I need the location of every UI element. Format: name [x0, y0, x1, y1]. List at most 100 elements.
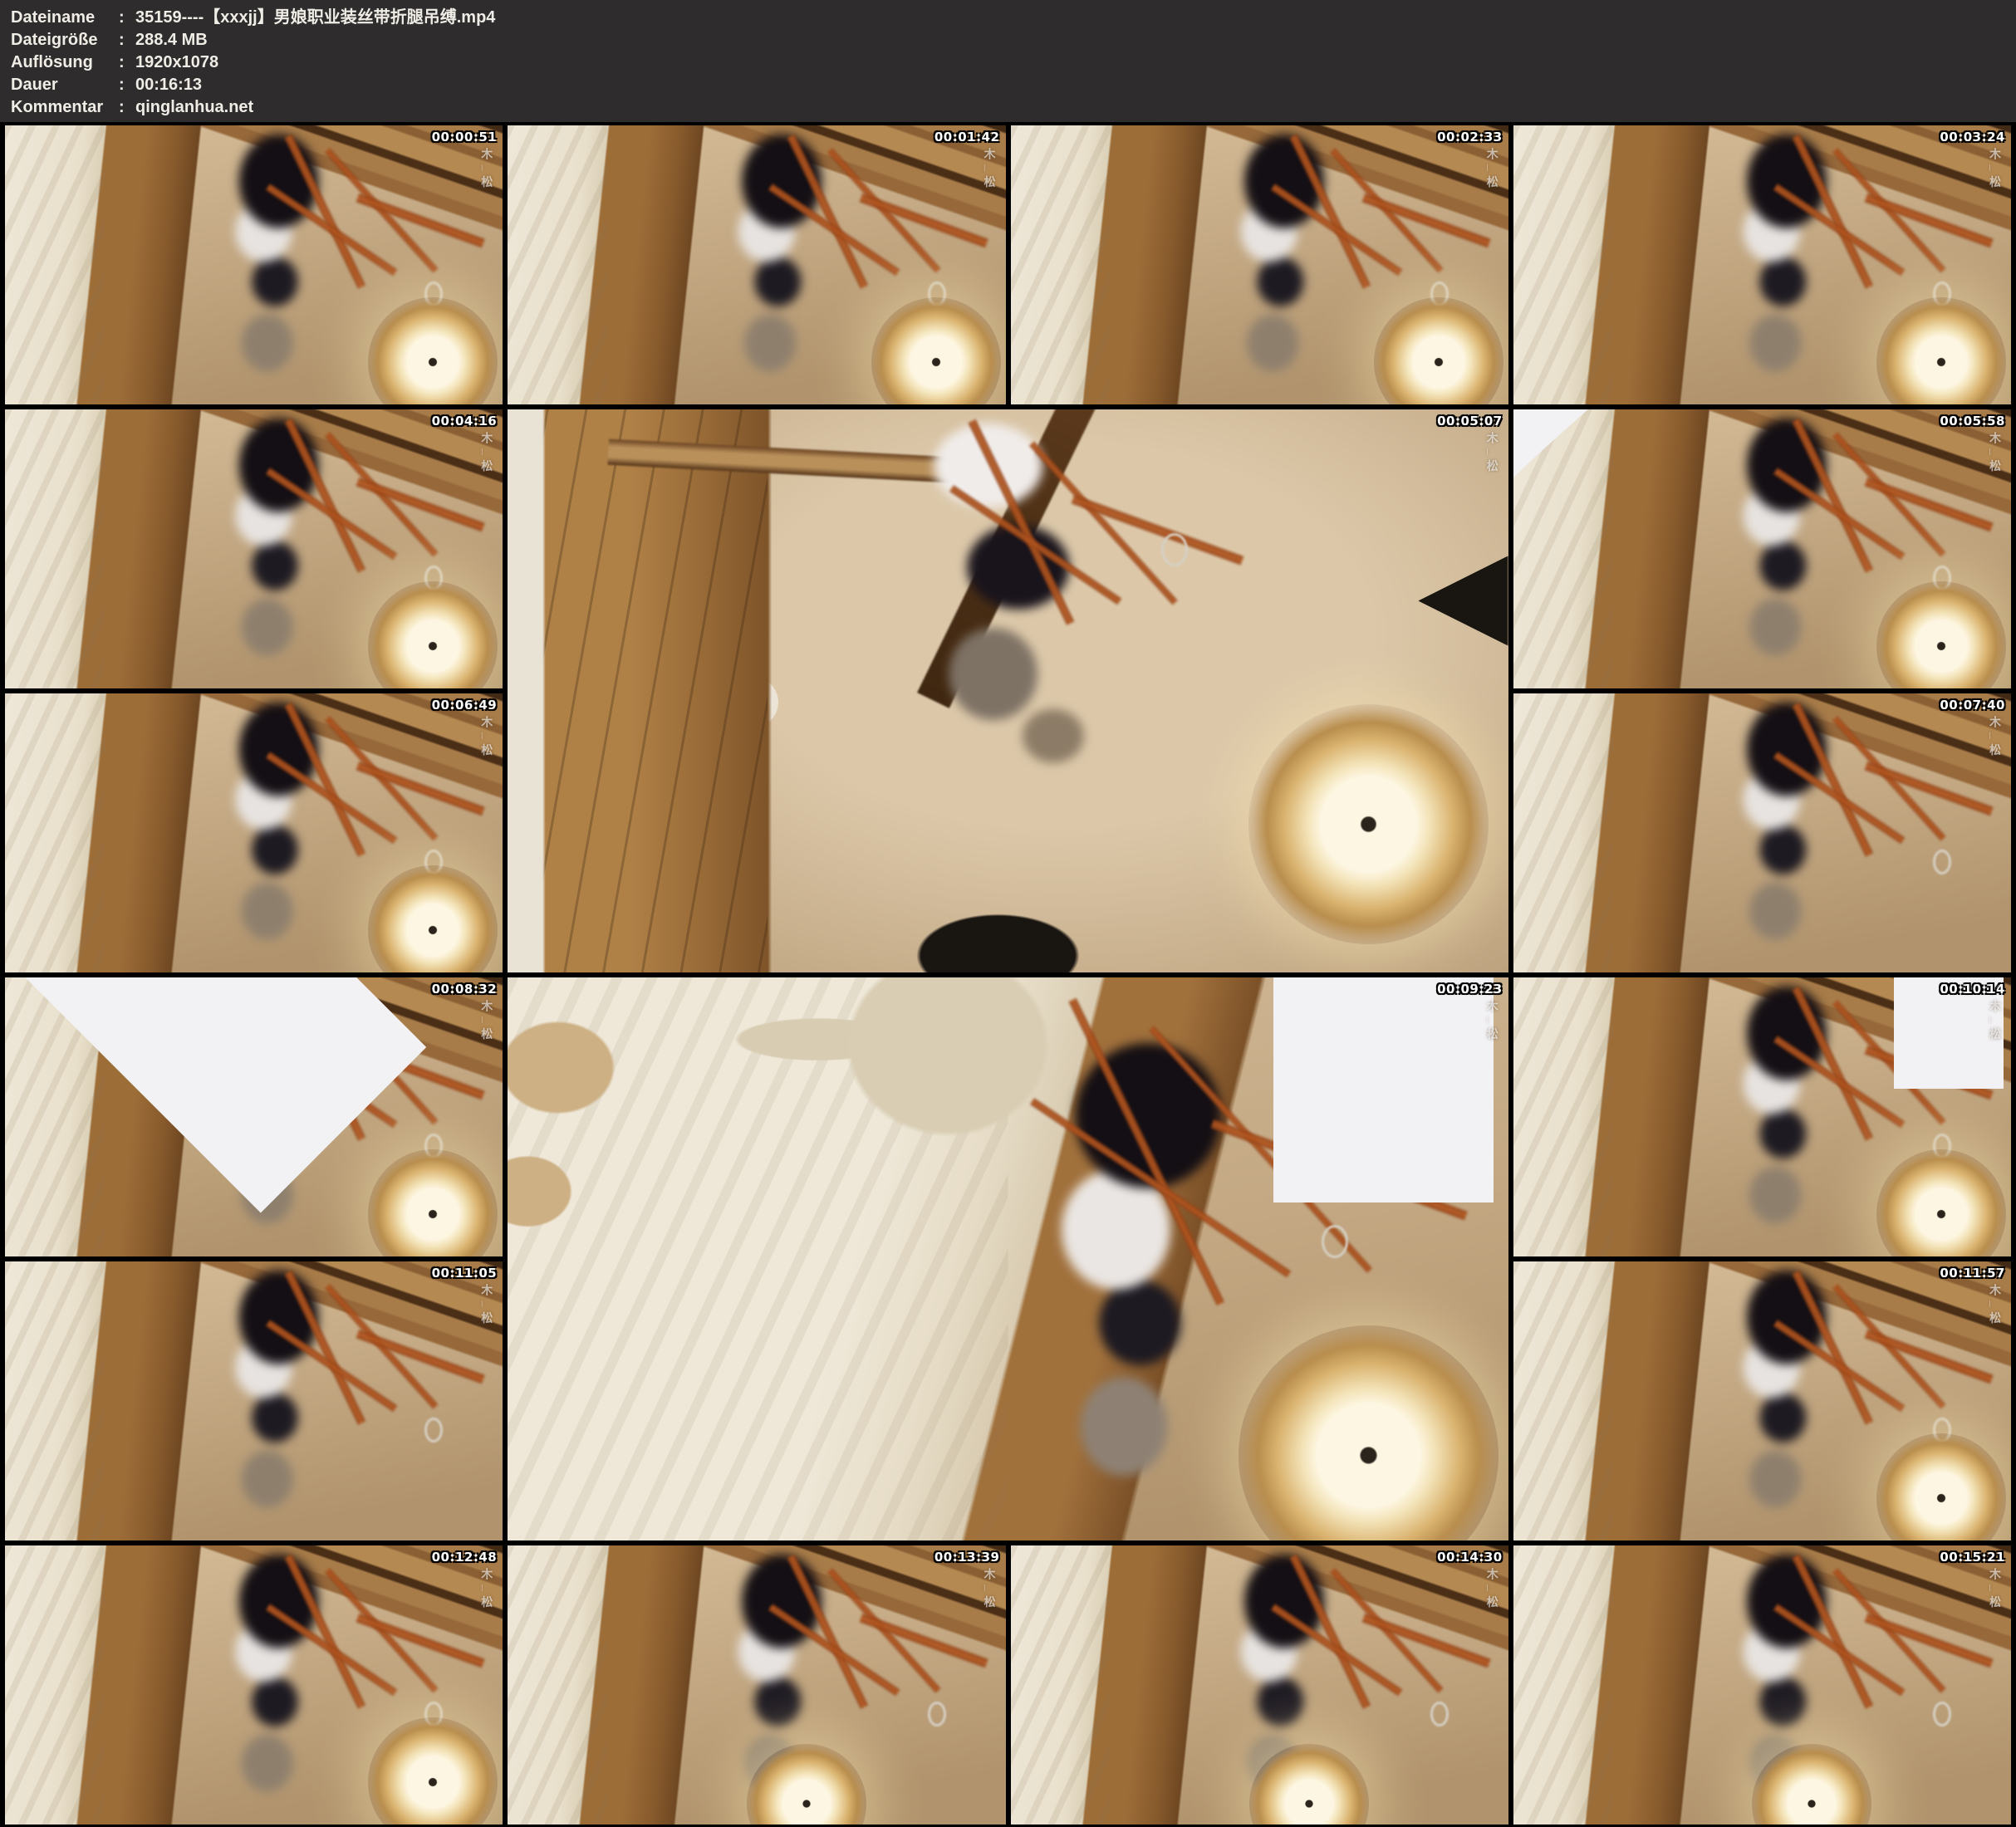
lantern-glow	[1876, 297, 2006, 404]
video-thumbnail[interactable]: 00:12:48 木_松	[5, 1545, 503, 1825]
timestamp-overlay: 00:15:21	[1940, 1550, 2005, 1565]
timestamp-overlay: 00:12:48	[432, 1550, 498, 1565]
strap-line	[356, 193, 485, 247]
file-info-label: Kommentar	[0, 96, 119, 119]
file-info-separator: :	[119, 29, 135, 51]
watermark: 木_松	[478, 1000, 495, 1045]
timestamp-overlay: 00:06:49	[432, 698, 498, 713]
thumbnail-image	[5, 125, 503, 404]
file-info-row: Auflösung : 1920x1078	[0, 51, 2016, 74]
video-thumbnail[interactable]: 00:02:33 木_松	[1011, 125, 1508, 404]
suspension-ring	[1933, 850, 1951, 874]
video-thumbnail[interactable]: 00:14:30 木_松	[1011, 1545, 1508, 1825]
watermark: 木_松	[1484, 1568, 1501, 1613]
watermark: 木_松	[478, 716, 495, 761]
file-info-header: Dateiname : 35159----【xxxjj】男娘职业装丝带折腿吊缚.…	[0, 0, 2016, 122]
video-thumbnail[interactable]: 00:00:51 木_松	[5, 125, 503, 404]
thumbnail-image	[1513, 977, 2011, 1256]
duration-value: 00:16:13	[135, 74, 2016, 96]
watermark: 木_松	[1484, 432, 1501, 477]
lantern-glow	[368, 1717, 498, 1825]
file-info-label: Dauer	[0, 74, 119, 96]
thumbnail-image	[508, 1545, 1005, 1825]
thumbnail-image	[5, 693, 503, 972]
lantern-glow	[368, 865, 498, 972]
video-thumbnail[interactable]: 00:11:57 木_松	[1513, 1261, 2011, 1540]
lantern-glow	[368, 1149, 498, 1256]
file-info-separator: :	[119, 51, 135, 74]
timestamp-overlay: 00:11:05	[432, 1266, 498, 1281]
video-thumbnail[interactable]: 00:13:39 木_松	[508, 1545, 1005, 1825]
timestamp-overlay: 00:03:24	[1940, 130, 2005, 144]
timestamp-overlay: 00:00:51	[432, 130, 498, 144]
thumbnail-image	[508, 977, 1508, 1540]
file-info-separator: :	[119, 96, 135, 119]
strap-line	[1865, 1330, 1994, 1384]
watermark: 木_松	[982, 1568, 998, 1613]
watermark: 木_松	[1987, 716, 2004, 761]
thumbnail-image	[1513, 1261, 2011, 1540]
video-thumbnail[interactable]: 00:10:14 木_松	[1513, 977, 2011, 1256]
timestamp-overlay: 00:10:14	[1940, 982, 2005, 997]
strap-line	[356, 478, 485, 531]
lantern-glow	[1876, 581, 2006, 688]
censor-box	[1513, 409, 1588, 504]
strap-line	[356, 1330, 485, 1384]
timestamp-overlay: 00:13:39	[934, 1550, 1000, 1565]
lantern-glow	[1374, 297, 1503, 404]
file-info-label: Dateiname	[0, 7, 119, 29]
thumbnail-image	[1513, 409, 2011, 688]
watermark: 木_松	[1987, 148, 2004, 193]
thumbnail-grid: 00:00:51 木_松 00:01:42 木_松	[5, 125, 2011, 1825]
strap-line	[1362, 1614, 1491, 1668]
video-thumbnail[interactable]: 00:15:21 木_松	[1513, 1545, 2011, 1825]
strap-line	[1865, 762, 1994, 816]
video-thumbnail-large[interactable]: 00:09:23 木_松	[508, 977, 1508, 1540]
strap-line	[1865, 478, 1994, 531]
file-info-row: Dateiname : 35159----【xxxjj】男娘职业装丝带折腿吊缚.…	[0, 7, 2016, 29]
timestamp-overlay: 00:09:23	[1437, 982, 1503, 997]
file-info-row: Dateigröße : 288.4 MB	[0, 29, 2016, 51]
file-info-row: Dauer : 00:16:13	[0, 74, 2016, 96]
thumbnail-image	[5, 409, 503, 688]
strap-line	[356, 762, 485, 816]
lantern-glow	[368, 581, 498, 688]
suspension-ring	[1933, 1702, 1951, 1727]
video-thumbnail[interactable]: 00:11:05 木_松	[5, 1261, 503, 1540]
video-thumbnail[interactable]: 00:08:32 木_松	[5, 977, 503, 1256]
filename-value: 35159----【xxxjj】男娘职业装丝带折腿吊缚.mp4	[135, 7, 2016, 29]
watermark: 木_松	[478, 1284, 495, 1329]
timestamp-overlay: 00:11:57	[1940, 1266, 2005, 1281]
thumbnail-image	[5, 977, 503, 1256]
watermark: 木_松	[478, 148, 495, 193]
censor-box	[1273, 977, 1494, 1202]
file-info-label: Dateigröße	[0, 29, 119, 51]
lantern-glow	[1876, 1433, 2006, 1540]
watermark: 木_松	[1987, 1000, 2004, 1045]
watermark: 木_松	[982, 148, 998, 193]
video-thumbnail-large[interactable]: 00:05:07 木_松	[508, 409, 1508, 972]
resolution-value: 1920x1078	[135, 51, 2016, 74]
file-info-separator: :	[119, 7, 135, 29]
video-thumbnail[interactable]: 00:03:24 木_松	[1513, 125, 2011, 404]
video-thumbnail[interactable]: 00:01:42 木_松	[508, 125, 1005, 404]
thumbnail-image	[508, 125, 1005, 404]
video-thumbnail[interactable]: 00:04:16 木_松	[5, 409, 503, 688]
thumbnail-image	[5, 1261, 503, 1540]
black-strap-wedge	[1418, 556, 1508, 645]
file-info-label: Auflösung	[0, 51, 119, 74]
video-thumbnail[interactable]: 00:07:40 木_松	[1513, 693, 2011, 972]
filesize-value: 288.4 MB	[135, 29, 2016, 51]
strap-line	[1362, 193, 1491, 247]
thumbnail-image	[1011, 1545, 1508, 1825]
timestamp-overlay: 00:05:58	[1940, 414, 2005, 429]
strap-line	[356, 1614, 485, 1668]
strap-line	[859, 193, 988, 247]
watermark: 木_松	[1484, 1000, 1501, 1045]
video-thumbnail[interactable]: 00:05:58 木_松	[1513, 409, 2011, 688]
lantern-glow	[1876, 1149, 2006, 1256]
video-thumbnail[interactable]: 00:06:49 木_松	[5, 693, 503, 972]
comment-value: qinglanhua.net	[135, 96, 2016, 119]
file-info-row: Kommentar : qinglanhua.net	[0, 96, 2016, 119]
timestamp-overlay: 00:08:32	[432, 982, 498, 997]
